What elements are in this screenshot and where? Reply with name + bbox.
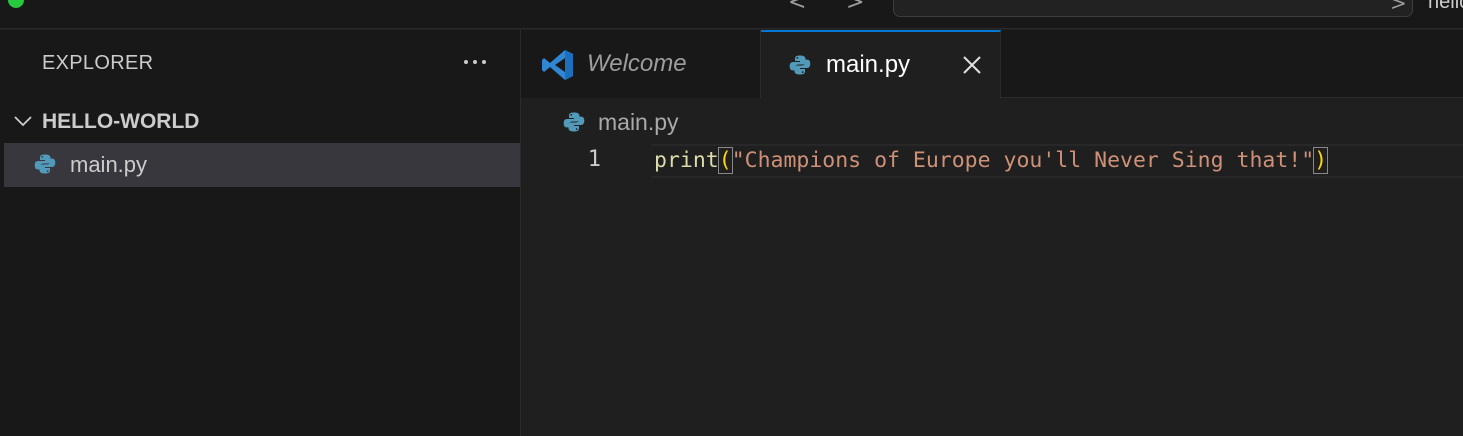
vscode-icon	[542, 50, 573, 80]
python-icon	[789, 55, 811, 75]
folder-row-hello-world[interactable]: HELLO-WORLD	[0, 106, 520, 138]
code-line[interactable]: print("Champions of Europe you'll Never …	[654, 147, 1329, 175]
window-maximize-button[interactable]	[8, 0, 24, 8]
python-icon	[34, 154, 56, 174]
tab-welcome[interactable]: Welcome	[521, 30, 761, 98]
token-string: "Champions of Europe you'll Never Sing t…	[731, 148, 1315, 173]
python-icon	[563, 112, 585, 132]
explorer-sidebar: EXPLORER HELLO-WORLD main.py	[0, 30, 521, 436]
tab-label: main.py	[826, 51, 911, 78]
tab-label: Welcome	[587, 50, 687, 77]
code-editor[interactable]: main.py 1 print("Champions of Europe you…	[521, 99, 1463, 436]
file-item-main-py[interactable]: main.py	[4, 143, 520, 187]
token-open-paren: (	[717, 147, 733, 174]
line-number: 1	[587, 147, 601, 172]
command-center-label: hello	[1428, 0, 1463, 13]
folder-name: HELLO-WORLD	[42, 110, 200, 133]
go-back-button[interactable]: <	[788, 0, 806, 15]
more-actions-icon[interactable]	[460, 50, 490, 74]
file-name: main.py	[70, 152, 148, 177]
title-bar: < > > hello	[0, 0, 1463, 29]
chevron-down-icon	[14, 116, 32, 127]
token-close-paren: )	[1313, 147, 1329, 174]
close-icon[interactable]	[961, 54, 983, 76]
token-function: print	[654, 148, 719, 173]
tab-main-py[interactable]: main.py	[761, 30, 1001, 99]
go-forward-button[interactable]: >	[846, 0, 864, 15]
editor-tab-bar: Welcome main.py	[521, 30, 1463, 99]
explorer-title: EXPLORER	[42, 52, 154, 74]
command-center-chevron-icon: >	[1390, 0, 1407, 15]
breadcrumb-file[interactable]: main.py	[598, 109, 679, 136]
command-center[interactable]	[893, 0, 1413, 17]
